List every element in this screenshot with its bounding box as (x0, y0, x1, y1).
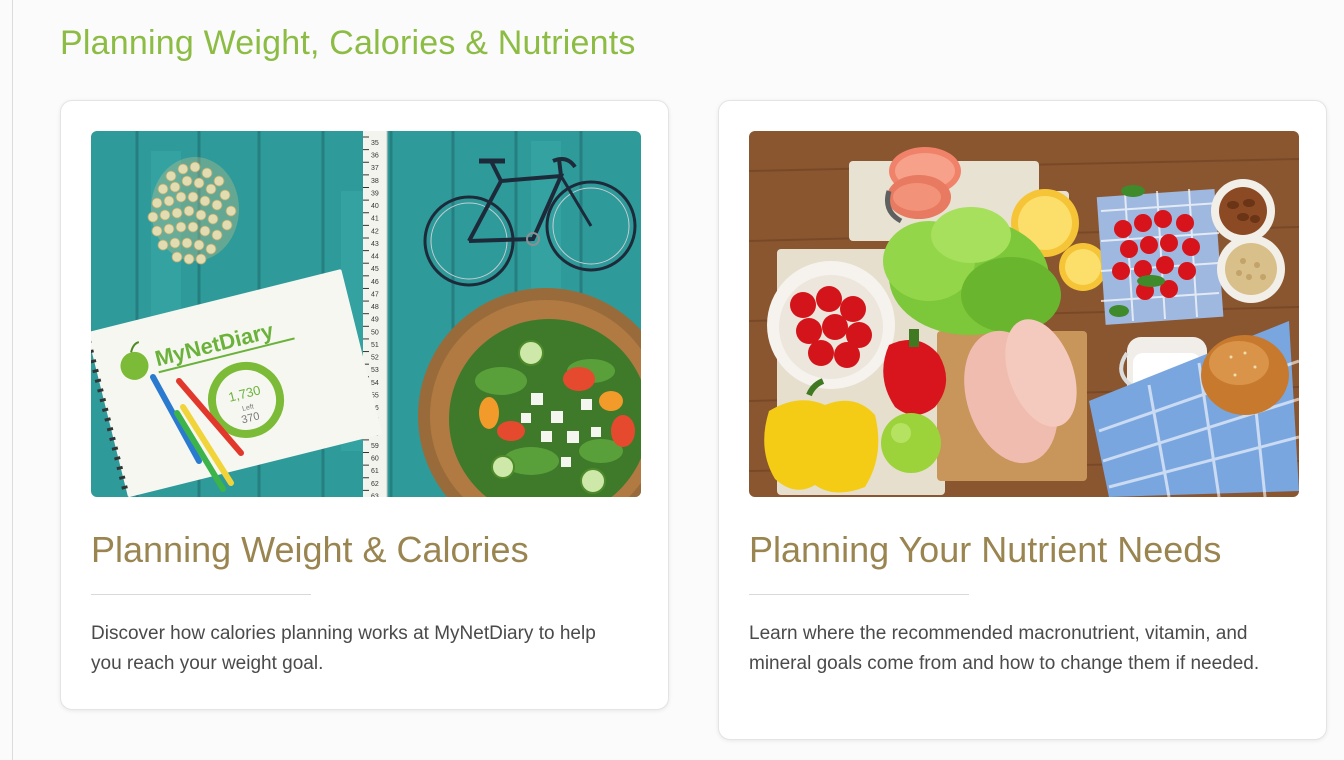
ruler-tick-label: 47 (371, 291, 379, 298)
ruler-tick-label: 50 (371, 329, 379, 336)
section-title: Planning Weight, Calories & Nutrients (60, 24, 636, 62)
left-border (12, 0, 13, 760)
ruler-tick-label: 59 (371, 443, 379, 450)
card-divider (749, 594, 969, 595)
ruler-tick-label: 60 (371, 456, 379, 463)
ruler-tick-label: 54 (371, 380, 379, 387)
card-image-nutrient-needs (749, 131, 1299, 497)
ruler-tick-label: 51 (371, 342, 379, 349)
oats-bowl-illustration (1217, 235, 1285, 303)
strawberries-illustration (1096, 185, 1224, 325)
ruler-tick-label: 36 (371, 153, 379, 160)
ruler-tick-label: 39 (371, 190, 379, 197)
measuring-tape-illustration: 35 36 37 38 39 40 41 42 43 44 45 46 47 48 49 50 51 52 53 54… (363, 131, 388, 497)
ruler-tick-label: 40 (371, 203, 379, 210)
ruler-tick-label: 35 (371, 140, 379, 147)
ruler-tick-label: 43 (371, 241, 379, 248)
almonds-bowl-illustration (1211, 179, 1275, 243)
card-planning-weight-calories[interactable]: 35 36 37 38 39 40 41 42 43 44 45 46 47 48 49 50 51 52 53 54… (60, 100, 669, 710)
cherry-tomatoes-illustration (767, 261, 895, 389)
card-description: Discover how calories planning works at … (91, 623, 596, 674)
card-description: Learn where the recommended macronutrien… (749, 623, 1260, 674)
ruler-tick-label: 53 (371, 367, 379, 374)
ruler-tick-label: 46 (371, 279, 379, 286)
card-image-weight-calories: 35 36 37 38 39 40 41 42 43 44 45 46 47 48 49 50 51 52 53 54… (91, 131, 641, 497)
card-planning-nutrient-needs[interactable]: Planning Your Nutrient Needs Learn where… (718, 100, 1327, 740)
ruler-tick-label: 37 (371, 165, 379, 172)
ruler-tick-label: 38 (371, 178, 379, 185)
card-divider (91, 594, 311, 595)
green-apple-illustration (881, 413, 941, 473)
bread-bun-illustration (1201, 335, 1289, 415)
ruler-tick-label: 42 (371, 228, 379, 235)
card-title[interactable]: Planning Weight & Calories (91, 529, 529, 571)
ruler-tick-label: 41 (371, 216, 379, 223)
ruler-tick-label: 61 (371, 468, 379, 475)
ruler-tick-label: 52 (371, 355, 379, 362)
ruler-tick-label: 45 (371, 266, 379, 273)
ruler-tick-label: 63 (371, 493, 379, 497)
card-title[interactable]: Planning Your Nutrient Needs (749, 529, 1221, 571)
ruler-tick-label: 44 (371, 254, 379, 261)
ruler-tick-label: 49 (371, 317, 379, 324)
ruler-tick-label: 62 (371, 481, 379, 488)
ruler-tick-label: 48 (371, 304, 379, 311)
